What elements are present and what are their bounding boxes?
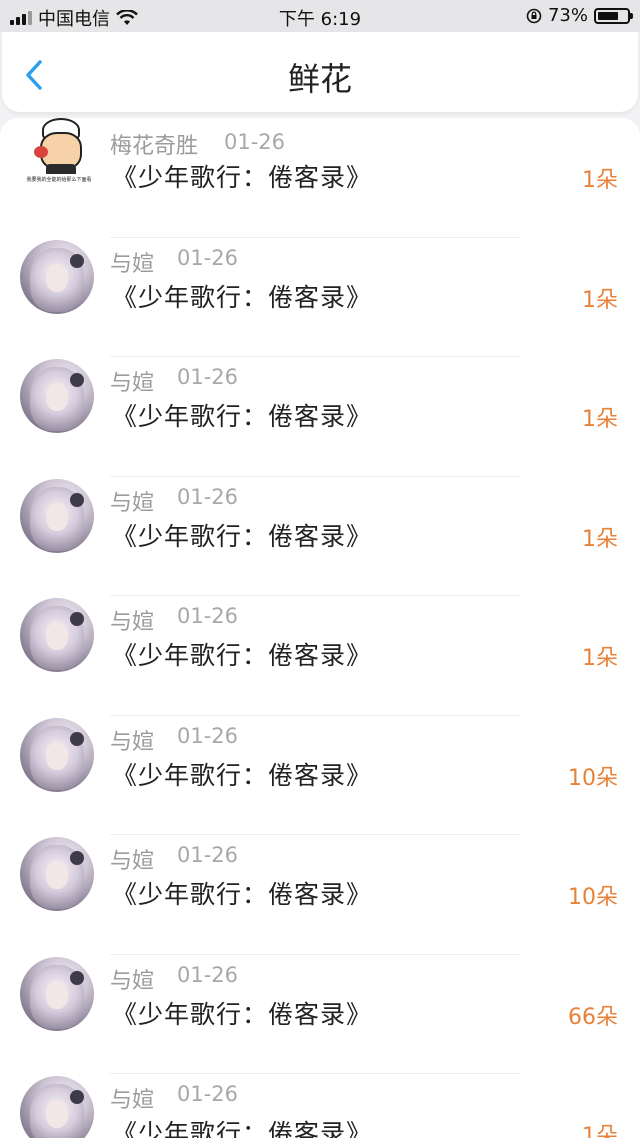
list-item[interactable]: 与媗 01-26 《少年歌行：倦客录》 1朵 bbox=[0, 1074, 640, 1138]
flower-count: 66朵 bbox=[568, 1004, 618, 1030]
flower-record-list: 我要我的全能的给那么下面看 梅花奇胜 01-26 《少年歌行：倦客录》 1朵 与… bbox=[0, 118, 640, 1138]
nav-bar: 鲜花 bbox=[2, 32, 638, 112]
sender-name[interactable]: 梅花奇胜 bbox=[110, 128, 198, 160]
flower-count: 1朵 bbox=[582, 168, 618, 193]
flower-count: 1朵 bbox=[582, 526, 618, 552]
status-bar: 中国电信 下午 6:19 73% bbox=[0, 0, 640, 32]
flower-count: 10朵 bbox=[568, 885, 618, 910]
list-item[interactable]: 与媗 01-26 《少年歌行：倦客录》 1朵 bbox=[0, 238, 640, 358]
book-title[interactable]: 《少年歌行：倦客录》 bbox=[112, 756, 372, 792]
list-item[interactable]: 与媗 01-26 《少年歌行：倦客录》 10朵 bbox=[0, 716, 640, 836]
sender-name[interactable]: 与媗 bbox=[110, 724, 154, 756]
list-item[interactable]: 与媗 01-26 《少年歌行：倦客录》 66朵 bbox=[0, 955, 640, 1075]
anime-girl-avatar[interactable] bbox=[20, 598, 94, 672]
battery-fill bbox=[598, 11, 619, 20]
list-item[interactable]: 与媗 01-26 《少年歌行：倦客录》 1朵 bbox=[0, 477, 640, 597]
flower-count: 1朵 bbox=[582, 407, 618, 432]
send-date: 01-26 bbox=[177, 365, 239, 389]
battery-icon bbox=[594, 7, 633, 24]
list-item[interactable]: 与媗 01-26 《少年歌行：倦客录》 10朵 bbox=[0, 835, 640, 955]
list-item[interactable]: 与媗 01-26 《少年歌行：倦客录》 1朵 bbox=[0, 357, 640, 477]
send-date: 01-26 bbox=[177, 604, 239, 628]
rotation-lock-icon bbox=[526, 8, 542, 23]
anime-girl-avatar[interactable] bbox=[20, 478, 94, 553]
send-date: 01-26 bbox=[177, 245, 239, 270]
anime-girl-avatar[interactable] bbox=[20, 837, 94, 911]
list-item[interactable]: 与媗 01-26 《少年歌行：倦客录》 1朵 bbox=[0, 596, 640, 716]
flower-count: 1朵 bbox=[582, 1124, 618, 1138]
sender-name[interactable]: 与媗 bbox=[110, 963, 154, 995]
anime-girl-avatar[interactable] bbox=[20, 956, 94, 1031]
sender-name[interactable]: 与媗 bbox=[110, 246, 154, 278]
anime-girl-avatar[interactable] bbox=[20, 359, 94, 433]
sender-name[interactable]: 与媗 bbox=[110, 1082, 154, 1114]
send-date: 01-26 bbox=[177, 484, 239, 509]
sender-name[interactable]: 与媗 bbox=[110, 365, 154, 397]
send-date: 01-26 bbox=[177, 723, 239, 748]
send-date: 01-26 bbox=[177, 843, 239, 867]
book-title[interactable]: 《少年歌行：倦客录》 bbox=[112, 995, 372, 1031]
book-title[interactable]: 《少年歌行：倦客录》 bbox=[112, 636, 372, 672]
send-date: 01-26 bbox=[224, 130, 286, 154]
send-date: 01-26 bbox=[177, 962, 239, 987]
page-title: 鲜花 bbox=[287, 60, 352, 98]
battery-percent: 73% bbox=[547, 5, 588, 26]
book-title[interactable]: 《少年歌行：倦客录》 bbox=[112, 517, 372, 553]
anime-girl-avatar[interactable] bbox=[20, 1076, 94, 1138]
cartoon-avatar[interactable]: 我要我的全能的给那么下面看 bbox=[20, 118, 94, 184]
sender-name[interactable]: 与媗 bbox=[110, 485, 154, 517]
send-date: 01-26 bbox=[177, 1082, 239, 1106]
book-title[interactable]: 《少年歌行：倦客录》 bbox=[112, 278, 372, 314]
sender-name[interactable]: 与媗 bbox=[110, 604, 154, 636]
flower-count: 10朵 bbox=[568, 765, 618, 791]
avatar-caption: 我要我的全能的给那么下面看 bbox=[26, 177, 92, 183]
book-title[interactable]: 《少年歌行：倦客录》 bbox=[112, 1114, 372, 1138]
list-item[interactable]: 我要我的全能的给那么下面看 梅花奇胜 01-26 《少年歌行：倦客录》 1朵 bbox=[0, 118, 640, 238]
book-title[interactable]: 《少年歌行：倦客录》 bbox=[112, 158, 372, 194]
book-title[interactable]: 《少年歌行：倦客录》 bbox=[112, 397, 372, 433]
status-right: 73% bbox=[526, 5, 633, 26]
book-title[interactable]: 《少年歌行：倦客录》 bbox=[112, 875, 372, 911]
anime-girl-avatar[interactable] bbox=[20, 717, 94, 792]
flower-count: 1朵 bbox=[582, 287, 618, 313]
flower-count: 1朵 bbox=[582, 646, 618, 671]
anime-girl-avatar[interactable] bbox=[20, 239, 94, 314]
sender-name[interactable]: 与媗 bbox=[110, 843, 154, 875]
